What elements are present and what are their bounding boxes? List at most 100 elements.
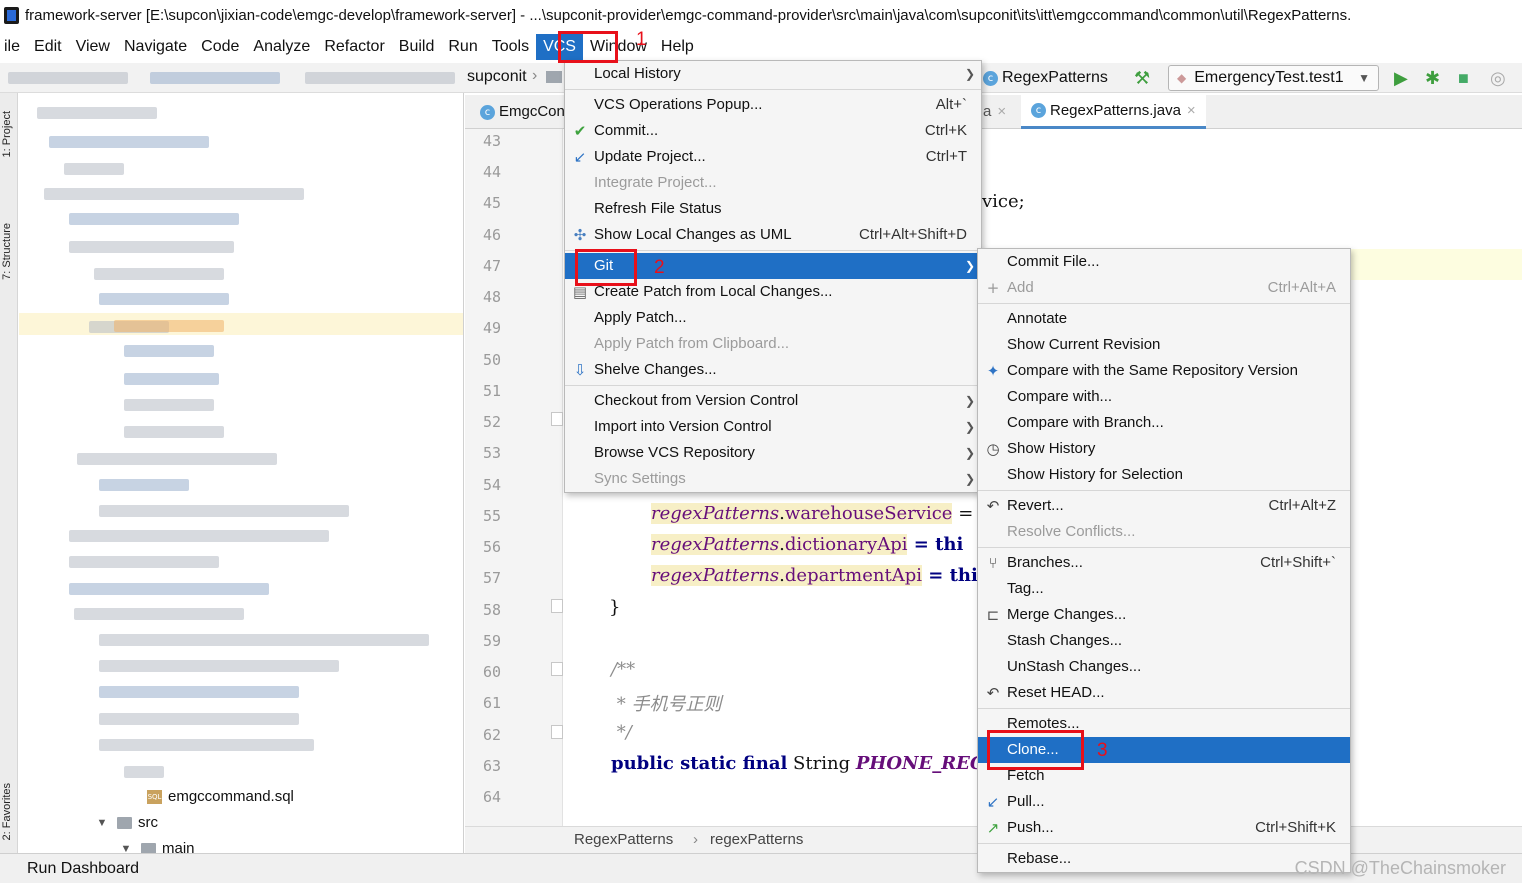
debug-bug-icon[interactable]: ✱ (1425, 63, 1440, 93)
menu-item-unstash-changes[interactable]: UnStash Changes... (978, 654, 1350, 680)
menu-item-label: Update Project... (594, 148, 706, 165)
close-icon[interactable]: × (1187, 94, 1196, 128)
tab-label: RegexPatterns.java (1050, 101, 1181, 119)
build-hammer-icon[interactable]: ⚒ (1134, 63, 1150, 93)
menu-item-vcs-operations-popup[interactable]: VCS Operations Popup... Alt+` (565, 92, 981, 118)
menu-item-label: Rebase... (1007, 850, 1072, 867)
menu-item-revert[interactable]: ↶ Revert... Ctrl+Alt+Z (978, 493, 1350, 519)
fold-marker-icon[interactable] (551, 412, 563, 426)
tree-item-label: main (162, 840, 195, 853)
menu-item-shelve-changes[interactable]: ⇩ Shelve Changes... (565, 357, 981, 383)
line-number: 53 (482, 444, 501, 462)
menu-navigate[interactable]: Navigate (117, 34, 194, 60)
menu-run[interactable]: Run (441, 34, 484, 60)
menu-tools[interactable]: Tools (485, 34, 536, 60)
menu-item-commit-file[interactable]: Commit File... (978, 249, 1350, 275)
fold-marker-icon[interactable] (551, 662, 563, 676)
run-dashboard-tab[interactable]: Run Dashboard (27, 854, 139, 883)
class-icon: c (480, 104, 495, 120)
folder-icon (117, 817, 132, 829)
menu-item-show-history-for-selection[interactable]: Show History for Selection (978, 462, 1350, 488)
blurred-tree-item (124, 399, 214, 411)
menu-separator (978, 547, 1350, 548)
menu-item-update-project[interactable]: ↙ Update Project... Ctrl+T (565, 144, 981, 170)
blurred-tree-item (124, 426, 224, 438)
menu-item-push[interactable]: ↗ Push... Ctrl+Shift+K (978, 815, 1350, 841)
close-icon[interactable]: × (997, 95, 1006, 129)
menu-item-reset-head[interactable]: ↶ Reset HEAD... (978, 680, 1350, 706)
menu-item-show-local-changes-as-uml[interactable]: ✣ Show Local Changes as UML Ctrl+Alt+Shift… (565, 222, 981, 248)
tree-item-src[interactable]: ▼ src (95, 811, 158, 835)
menu-code[interactable]: Code (194, 34, 246, 60)
menu-item-compare-with-branch[interactable]: Compare with Branch... (978, 410, 1350, 436)
line-number: 61 (482, 694, 501, 712)
menu-analyze[interactable]: Analyze (246, 34, 317, 60)
tab-regexpatterns[interactable]: c RegexPatterns.java × (1021, 95, 1206, 129)
menu-item-stash-changes[interactable]: Stash Changes... (978, 628, 1350, 654)
menu-item-show-history[interactable]: ◷ Show History (978, 436, 1350, 462)
line-number: 55 (482, 507, 501, 525)
annotation-box-clone (987, 730, 1084, 770)
profiler-icon[interactable]: ◎ (1490, 63, 1506, 93)
annotation-box-git (575, 249, 637, 286)
tab-favorites[interactable]: 2: Favorites (1, 783, 13, 840)
breadcrumb-project[interactable]: supconit (467, 68, 527, 86)
tree-item-sql-file[interactable]: SQL emgccommand.sql (147, 785, 294, 809)
menu-item-branches[interactable]: ⑂ Branches... Ctrl+Shift+` (978, 550, 1350, 576)
menu-item-shortcut: Ctrl+Alt+A (1267, 279, 1336, 296)
menu-refactor[interactable]: Refactor (317, 34, 391, 60)
menu-item-browse-vcs-repository[interactable]: Browse VCS Repository ❯ (565, 440, 981, 466)
chevron-down-icon: ▼ (120, 843, 132, 853)
tab-label: EmgcCon (499, 103, 565, 120)
menu-item-merge-changes[interactable]: ⊏ Merge Changes... (978, 602, 1350, 628)
menu-item-pull[interactable]: ↙ Pull... (978, 789, 1350, 815)
breadcrumb-member[interactable]: regexPatterns (710, 827, 803, 853)
blurred-tree-item (99, 713, 299, 725)
menu-item-refresh-file-status[interactable]: Refresh File Status (565, 196, 981, 222)
menu-help[interactable]: Help (654, 34, 701, 60)
tab-emgccon[interactable]: c EmgcCon (470, 95, 575, 129)
code-tail: = thi (922, 565, 978, 586)
menu-build[interactable]: Build (392, 34, 442, 60)
menu-item-shortcut: Ctrl+Shift+` (1260, 554, 1336, 571)
menu-item-checkout-from-version-control[interactable]: Checkout from Version Control ❯ (565, 388, 981, 414)
run-config-select[interactable]: ◆ EmergencyTest.test1 ▼ (1168, 65, 1379, 91)
tab-structure[interactable]: 7: Structure (1, 223, 13, 280)
menu-item-label: Local History (594, 65, 681, 82)
menu-view[interactable]: View (69, 34, 117, 60)
menu-item-show-current-revision[interactable]: Show Current Revision (978, 332, 1350, 358)
menu-file[interactable]: ile (0, 34, 27, 60)
menu-item-compare-with[interactable]: Compare with... (978, 384, 1350, 410)
line-number: 59 (482, 632, 501, 650)
class-breadcrumb-label: RegexPatterns (1002, 69, 1108, 86)
code-field: departmentApi (784, 565, 922, 586)
run-play-icon[interactable]: ▶ (1394, 63, 1408, 93)
menu-item-compare-with-the-same-repository-version[interactable]: ✦ Compare with the Same Repository Versio… (978, 358, 1350, 384)
menu-edit[interactable]: Edit (27, 34, 69, 60)
menu-item-commit[interactable]: ✔ Commit... Ctrl+K (565, 118, 981, 144)
menu-item-local-history[interactable]: Local History ❯ (565, 61, 981, 87)
code-tail: = thi (907, 534, 964, 555)
reset-icon: ↶ (986, 684, 1000, 702)
menu-item-apply-patch[interactable]: Apply Patch... (565, 305, 981, 331)
coverage-icon[interactable]: ■ (1458, 63, 1469, 93)
fold-marker-icon[interactable] (551, 725, 563, 739)
menu-separator (978, 708, 1350, 709)
code-line-56: regexPatterns.dictionaryApi = thi (651, 534, 964, 555)
menu-item-tag[interactable]: Tag... (978, 576, 1350, 602)
menu-item-shortcut: Ctrl+K (924, 122, 967, 139)
menu-item-resolve-conflicts: Resolve Conflicts... (978, 519, 1350, 545)
blurred-breadcrumb (305, 72, 455, 84)
blurred-tree-item (74, 608, 244, 620)
tree-item-main[interactable]: ▼ main (119, 837, 195, 853)
blurred-tree-item (49, 136, 209, 148)
fold-marker-icon[interactable] (551, 599, 563, 613)
tab-project[interactable]: 1: Project (1, 111, 13, 157)
breadcrumb-class[interactable]: RegexPatterns (574, 827, 673, 853)
project-tree-panel: SQL emgccommand.sql ▼ src ▼ main (19, 93, 464, 853)
menu-item-annotate[interactable]: Annotate (978, 306, 1350, 332)
class-breadcrumb[interactable]: c RegexPatterns (983, 63, 1108, 93)
code-line-63: public static final String PHONE_REGE (611, 753, 999, 774)
menu-item-shortcut: Alt+` (935, 96, 967, 113)
menu-item-import-into-version-control[interactable]: Import into Version Control ❯ (565, 414, 981, 440)
